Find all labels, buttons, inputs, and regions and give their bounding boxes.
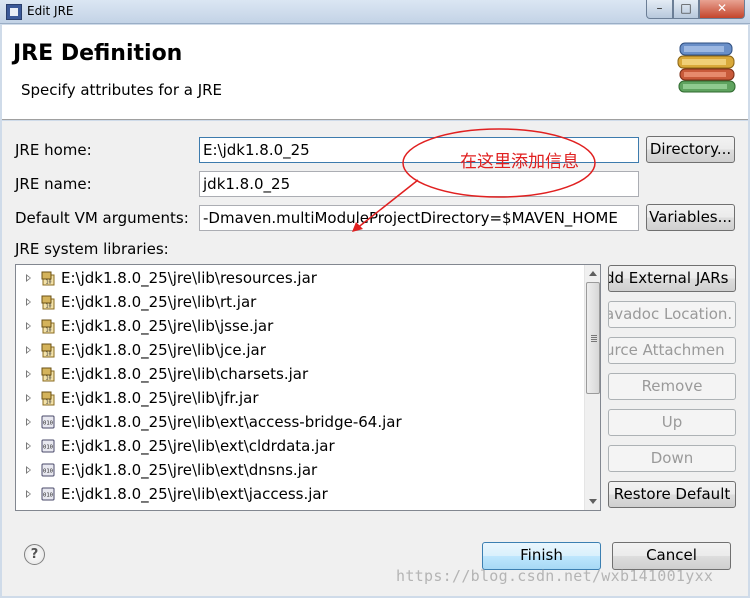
- down-button[interactable]: Down: [608, 445, 736, 472]
- app-icon: [6, 4, 22, 20]
- remove-button[interactable]: Remove: [608, 373, 736, 400]
- jar-icon: 10: [41, 391, 55, 406]
- library-path: E:\jdk1.8.0_25\jre\lib\ext\jaccess.jar: [61, 485, 328, 503]
- jre-name-input[interactable]: jdk1.8.0_25: [199, 171, 639, 197]
- add-external-jars-button[interactable]: dd External JARs: [608, 265, 736, 292]
- binary-jar-icon: 010: [41, 415, 55, 429]
- library-path: E:\jdk1.8.0_25\jre\lib\resources.jar: [61, 269, 317, 287]
- window-title: Edit JRE: [27, 4, 74, 18]
- library-path: E:\jdk1.8.0_25\jre\lib\charsets.jar: [61, 365, 309, 383]
- jar-icon: 10: [41, 295, 55, 310]
- list-item[interactable]: 10 E:\jdk1.8.0_25\jre\lib\jsse.jar: [24, 315, 584, 339]
- library-path: E:\jdk1.8.0_25\jre\lib\rt.jar: [61, 293, 257, 311]
- books-icon: [677, 42, 736, 93]
- scroll-down-icon[interactable]: [589, 499, 597, 504]
- source-attachment-button[interactable]: urce Attachmen: [608, 337, 736, 364]
- help-icon[interactable]: ?: [24, 544, 45, 565]
- binary-jar-icon: 010: [41, 487, 55, 501]
- svg-text:10: 10: [45, 304, 51, 310]
- page-subtitle: Specify attributes for a JRE: [21, 81, 223, 99]
- maximize-button[interactable]: □: [673, 0, 699, 19]
- library-path: E:\jdk1.8.0_25\jre\lib\jce.jar: [61, 341, 266, 359]
- jre-home-label: JRE home:: [15, 141, 92, 159]
- minimize-button[interactable]: –: [646, 0, 673, 19]
- expand-arrow-icon[interactable]: [26, 298, 31, 306]
- close-button[interactable]: ✕: [699, 0, 745, 19]
- libraries-scrollbar[interactable]: [584, 265, 600, 510]
- cancel-button[interactable]: Cancel: [612, 542, 731, 570]
- list-item[interactable]: 010 E:\jdk1.8.0_25\jre\lib\ext\access-bri…: [24, 411, 584, 435]
- svg-text:010: 010: [43, 421, 53, 427]
- svg-text:010: 010: [43, 445, 53, 451]
- expand-arrow-icon[interactable]: [26, 322, 31, 330]
- library-path: E:\jdk1.8.0_25\jre\lib\ext\dnsns.jar: [61, 461, 318, 479]
- directory-button[interactable]: Directory...: [646, 136, 735, 163]
- list-item[interactable]: 10 E:\jdk1.8.0_25\jre\lib\rt.jar: [24, 291, 584, 315]
- expand-arrow-icon[interactable]: [26, 490, 31, 498]
- svg-text:10: 10: [45, 400, 51, 406]
- binary-jar-icon: 010: [41, 463, 55, 477]
- expand-arrow-icon[interactable]: [26, 442, 31, 450]
- jar-icon: 10: [41, 271, 55, 286]
- page-title: JRE Definition: [13, 41, 183, 66]
- svg-text:010: 010: [43, 493, 53, 499]
- svg-text:10: 10: [45, 376, 51, 382]
- jar-icon: 10: [41, 319, 55, 334]
- vm-args-input[interactable]: -Dmaven.multiModuleProjectDirectory=$MAV…: [199, 205, 639, 231]
- svg-text:010: 010: [43, 469, 53, 475]
- list-item[interactable]: 010 E:\jdk1.8.0_25\jre\lib\ext\jaccess.ja…: [24, 483, 584, 507]
- library-path: E:\jdk1.8.0_25\jre\lib\ext\cldrdata.jar: [61, 437, 335, 455]
- libraries-label: JRE system libraries:: [15, 240, 169, 258]
- scroll-thumb[interactable]: [586, 282, 600, 394]
- expand-arrow-icon[interactable]: [26, 394, 31, 402]
- expand-arrow-icon[interactable]: [26, 346, 31, 354]
- scroll-up-icon[interactable]: [589, 271, 597, 276]
- list-item[interactable]: 10 E:\jdk1.8.0_25\jre\lib\charsets.jar: [24, 363, 584, 387]
- jar-icon: 10: [41, 343, 55, 358]
- expand-arrow-icon[interactable]: [26, 274, 31, 282]
- list-item[interactable]: 10 E:\jdk1.8.0_25\jre\lib\resources.jar: [24, 267, 584, 291]
- expand-arrow-icon[interactable]: [26, 466, 31, 474]
- binary-jar-icon: 010: [41, 439, 55, 453]
- restore-default-button[interactable]: Restore Default: [608, 481, 736, 508]
- expand-arrow-icon[interactable]: [26, 418, 31, 426]
- libraries-list[interactable]: 10 E:\jdk1.8.0_25\jre\lib\resources.jar 10…: [15, 264, 601, 511]
- vm-args-label: Default VM arguments:: [15, 209, 189, 227]
- variables-button[interactable]: Variables...: [646, 204, 735, 231]
- list-item[interactable]: 010 E:\jdk1.8.0_25\jre\lib\ext\dnsns.jar: [24, 459, 584, 483]
- list-item[interactable]: 10 E:\jdk1.8.0_25\jre\lib\jfr.jar: [24, 387, 584, 411]
- up-button[interactable]: Up: [608, 409, 736, 436]
- watermark: https://blog.csdn.net/wxb141001yxx: [396, 567, 714, 585]
- javadoc-location-button[interactable]: avadoc Location.: [608, 301, 736, 328]
- expand-arrow-icon[interactable]: [26, 370, 31, 378]
- list-item[interactable]: 010 E:\jdk1.8.0_25\jre\lib\ext\cldrdata.j…: [24, 435, 584, 459]
- finish-button[interactable]: Finish: [482, 542, 601, 570]
- dialog-body: JRE home: E:\jdk1.8.0_25 Directory... JR…: [2, 121, 748, 596]
- svg-text:10: 10: [45, 328, 51, 334]
- library-path: E:\jdk1.8.0_25\jre\lib\ext\access-bridge…: [61, 413, 402, 431]
- list-item[interactable]: 10 E:\jdk1.8.0_25\jre\lib\jce.jar: [24, 339, 584, 363]
- jre-name-label: JRE name:: [15, 175, 92, 193]
- svg-text:10: 10: [45, 280, 51, 286]
- svg-text:10: 10: [45, 352, 51, 358]
- annotation-text: 在这里添加信息: [460, 152, 579, 172]
- jar-icon: 10: [41, 367, 55, 382]
- library-path: E:\jdk1.8.0_25\jre\lib\jsse.jar: [61, 317, 274, 335]
- library-path: E:\jdk1.8.0_25\jre\lib\jfr.jar: [61, 389, 259, 407]
- dialog-header: JRE Definition Specify attributes for a …: [2, 25, 748, 120]
- window-titlebar: Edit JRE – □ ✕: [0, 0, 750, 24]
